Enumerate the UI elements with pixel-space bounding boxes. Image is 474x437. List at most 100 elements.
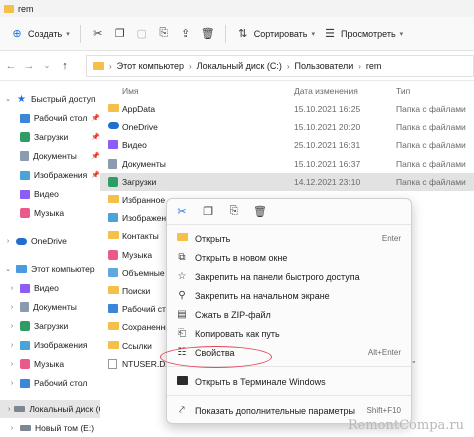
sidebar-item-onedrive[interactable]: › OneDrive — [4, 232, 100, 250]
file-date: 14.12.2021 23:10 — [294, 176, 361, 187]
more-options-icon: ⤤ — [179, 405, 185, 416]
breadcrumb-rem[interactable]: rem — [366, 61, 382, 71]
contacts-icon — [108, 231, 119, 240]
sidebar-item-quick-access[interactable]: ⌄ ★ Быстрый доступ — [4, 90, 100, 108]
documents-icon — [20, 302, 29, 312]
list-item[interactable]: OneDrive 15.10.2021 20:20 Папка с файлами — [100, 118, 474, 136]
chevron-down-icon[interactable]: ⌄ — [4, 265, 12, 273]
file-name: Документы — [122, 158, 166, 169]
list-item[interactable]: Загрузки 14.12.2021 23:10 Папка с файлами — [100, 172, 474, 191]
sidebar-item-downloads[interactable]: Загрузки 📌 — [8, 128, 100, 146]
pin-icon: 📌 — [91, 172, 100, 179]
chevron-right-icon: › — [188, 61, 192, 71]
list-item[interactable]: Видео 25.10.2021 16:31 Папка с файлами — [100, 136, 474, 154]
sidebar-item-label: Музыка — [34, 359, 65, 369]
file-date: 15.10.2021 20:20 — [294, 122, 361, 133]
breadcrumb-local-disk[interactable]: Локальный диск (C:) — [197, 61, 282, 71]
chevron-right-icon[interactable]: › — [8, 342, 16, 349]
up-arrow-icon[interactable]: ↑ — [56, 60, 74, 72]
paste-button[interactable]: ▢ — [131, 23, 153, 45]
sidebar-item-this-pc[interactable]: ⌄ Этот компьютер — [4, 260, 100, 278]
cut-button[interactable]: ✂ — [173, 203, 191, 221]
chevron-right-icon[interactable]: › — [8, 323, 16, 330]
sidebar-item-pc-downloads[interactable]: › Загрузки — [8, 317, 100, 335]
rename-button[interactable]: ⎘ — [153, 23, 175, 45]
sidebar-item-pc-documents[interactable]: › Документы — [8, 298, 100, 316]
share-button[interactable]: ⇪ — [175, 23, 197, 45]
menu-item-pin-start[interactable]: ⚲ Закрепить на начальном экране — [171, 286, 409, 305]
file-name: AppData — [122, 104, 156, 114]
context-menu: ✂ ❐ ⎘ 🗑 Открыть Enter ⧉ Открыть в новом … — [166, 198, 412, 424]
chevron-down-icon[interactable]: ⌄ — [4, 95, 12, 103]
view-button[interactable]: ☰ Просмотреть ▾ — [319, 23, 407, 45]
forward-arrow-icon[interactable]: → — [20, 60, 38, 72]
copy-button[interactable]: ❐ — [109, 23, 131, 45]
menu-item-label: Копировать как путь — [195, 328, 280, 339]
scissors-icon: ✂ — [93, 28, 103, 40]
menu-item-open-new-window[interactable]: ⧉ Открыть в новом окне — [171, 248, 409, 267]
list-item[interactable]: AppData 15.10.2021 16:25 Папка с файлами — [100, 100, 474, 118]
chevron-down-icon[interactable]: ⌄ — [38, 61, 56, 70]
sidebar-item-label: Музыка — [34, 208, 65, 218]
sidebar-item-images[interactable]: Изображения 📌 — [8, 166, 100, 184]
menu-item-zip[interactable]: ▤ Сжать в ZIP-файл — [171, 305, 409, 324]
breadcrumb-users[interactable]: Пользователи — [295, 61, 354, 71]
folder-icon — [175, 233, 189, 244]
sidebar-item-video[interactable]: Видео — [8, 185, 100, 203]
menu-item-label: Сжать в ZIP-файл — [195, 309, 271, 320]
zip-icon: ▤ — [177, 309, 187, 320]
menu-item-open[interactable]: Открыть Enter — [171, 229, 409, 248]
file-date: 25.10.2021 16:31 — [294, 140, 361, 151]
chevron-right-icon[interactable]: › — [8, 304, 16, 311]
rename-button[interactable]: ⎘ — [225, 203, 243, 221]
sidebar-item-pc-music[interactable]: › Музыка — [8, 355, 100, 373]
sidebar-item-desktop[interactable]: Рабочий стол 📌 — [8, 109, 100, 127]
file-name: Поиски — [122, 286, 151, 296]
file-type: Папка с файлами — [396, 122, 466, 133]
address-bar[interactable]: › Этот компьютер › Локальный диск (C:) ›… — [86, 55, 474, 77]
title-bar: rem — [0, 0, 474, 17]
chevron-right-icon[interactable]: › — [8, 285, 16, 292]
menu-item-copy-path[interactable]: ⎗ Копировать как путь — [171, 324, 409, 343]
chevron-right-icon[interactable]: › — [8, 425, 16, 432]
copy-button[interactable]: ❐ — [199, 203, 217, 221]
file-type: Папка с файлами — [396, 104, 466, 114]
menu-item-label: Открыть в Терминале Windows — [195, 376, 326, 387]
chevron-right-icon[interactable]: › — [8, 380, 16, 387]
menu-item-pin-quick-access[interactable]: ☆ Закрепить на панели быстрого доступа — [171, 267, 409, 286]
view-icon: ☰ — [325, 28, 335, 40]
sidebar-item-documents[interactable]: Документы 📌 — [8, 147, 100, 165]
video-icon — [20, 283, 30, 293]
sidebar-item-pc-video[interactable]: › Видео — [8, 279, 100, 297]
chevron-right-icon[interactable]: › — [8, 406, 10, 413]
sidebar-item-local-disk[interactable]: › Локальный диск (C — [0, 400, 100, 418]
context-quick-actions: ✂ ❐ ⎘ 🗑 — [167, 199, 411, 225]
menu-item-open-terminal[interactable]: Открыть в Терминале Windows — [171, 372, 409, 391]
delete-button[interactable]: 🗑 — [251, 203, 269, 221]
sidebar-item-new-volume[interactable]: › Новый том (E:) — [8, 419, 100, 437]
sidebar-item-label: Документы — [33, 151, 77, 161]
back-arrow-icon[interactable]: ← — [2, 60, 20, 72]
sidebar-item-label: Загрузки — [34, 321, 69, 331]
column-date[interactable]: Дата изменения — [294, 86, 358, 96]
sidebar-item-label: Этот компьютер — [31, 264, 95, 274]
chevron-right-icon[interactable]: › — [8, 361, 16, 368]
list-item[interactable]: Документы 15.10.2021 16:37 Папка с файлами — [100, 155, 474, 173]
new-button[interactable]: ⊕ Создать ▾ — [6, 23, 74, 45]
sidebar-item-pc-desktop[interactable]: › Рабочий стол — [8, 374, 100, 392]
chevron-right-icon[interactable]: › — [4, 238, 12, 245]
sort-button[interactable]: ⇅ Сортировать ▾ — [232, 23, 319, 45]
file-name: Загрузки — [122, 176, 157, 187]
sidebar-item-label: Документы — [33, 302, 77, 312]
breadcrumb-this-pc[interactable]: Этот компьютер — [117, 61, 184, 71]
sidebar-item-label: Изображения — [33, 170, 88, 180]
star-icon: ☆ — [177, 271, 187, 282]
rename-icon: ⎘ — [229, 205, 239, 217]
sidebar-item-music[interactable]: Музыка — [8, 204, 100, 222]
cut-button[interactable]: ✂ — [87, 23, 109, 45]
sidebar-item-pc-images[interactable]: › Изображения — [8, 336, 100, 354]
links-icon — [108, 340, 119, 349]
column-name[interactable]: Имя — [122, 86, 139, 96]
column-type[interactable]: Тип — [396, 86, 410, 96]
delete-button[interactable]: 🗑 — [197, 23, 219, 45]
